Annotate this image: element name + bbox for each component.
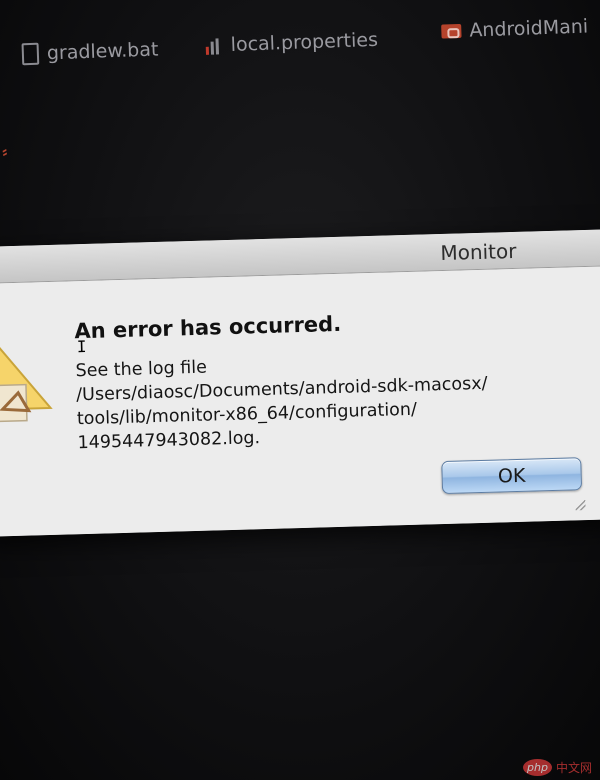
dialog-body: An error has occurred. I See the log fil…	[0, 266, 600, 537]
watermark-logo: php	[523, 759, 552, 776]
warning-icon	[0, 316, 53, 424]
error-marker-icon: ⸗	[0, 142, 9, 161]
android-manifest-icon	[441, 23, 462, 39]
tab-android-manifest[interactable]: AndroidMani	[441, 15, 589, 42]
watermark-text: 中文网	[555, 761, 592, 775]
properties-icon	[204, 36, 223, 55]
tab-local-properties[interactable]: local.properties	[204, 29, 378, 57]
file-icon	[21, 42, 40, 66]
tab-label: local.properties	[230, 28, 379, 56]
ok-button[interactable]: OK	[441, 457, 583, 495]
watermark: php 中文网	[523, 759, 592, 776]
text-cursor-icon: I	[76, 336, 87, 357]
tab-label: gradlew.bat	[46, 38, 159, 65]
editor-tab-bar: gradlew.bat local.properties AndroidMani	[0, 0, 600, 90]
error-dialog: Monitor An error has occurred. I See the…	[0, 229, 600, 537]
tab-label: AndroidMani	[468, 15, 589, 42]
error-headline: An error has occurred.	[74, 311, 342, 344]
tab-gradlew-bat[interactable]: gradlew.bat	[21, 38, 159, 66]
resize-grip[interactable]	[575, 500, 586, 511]
error-message: See the log file /Users/diaosc/Documents…	[75, 348, 489, 455]
